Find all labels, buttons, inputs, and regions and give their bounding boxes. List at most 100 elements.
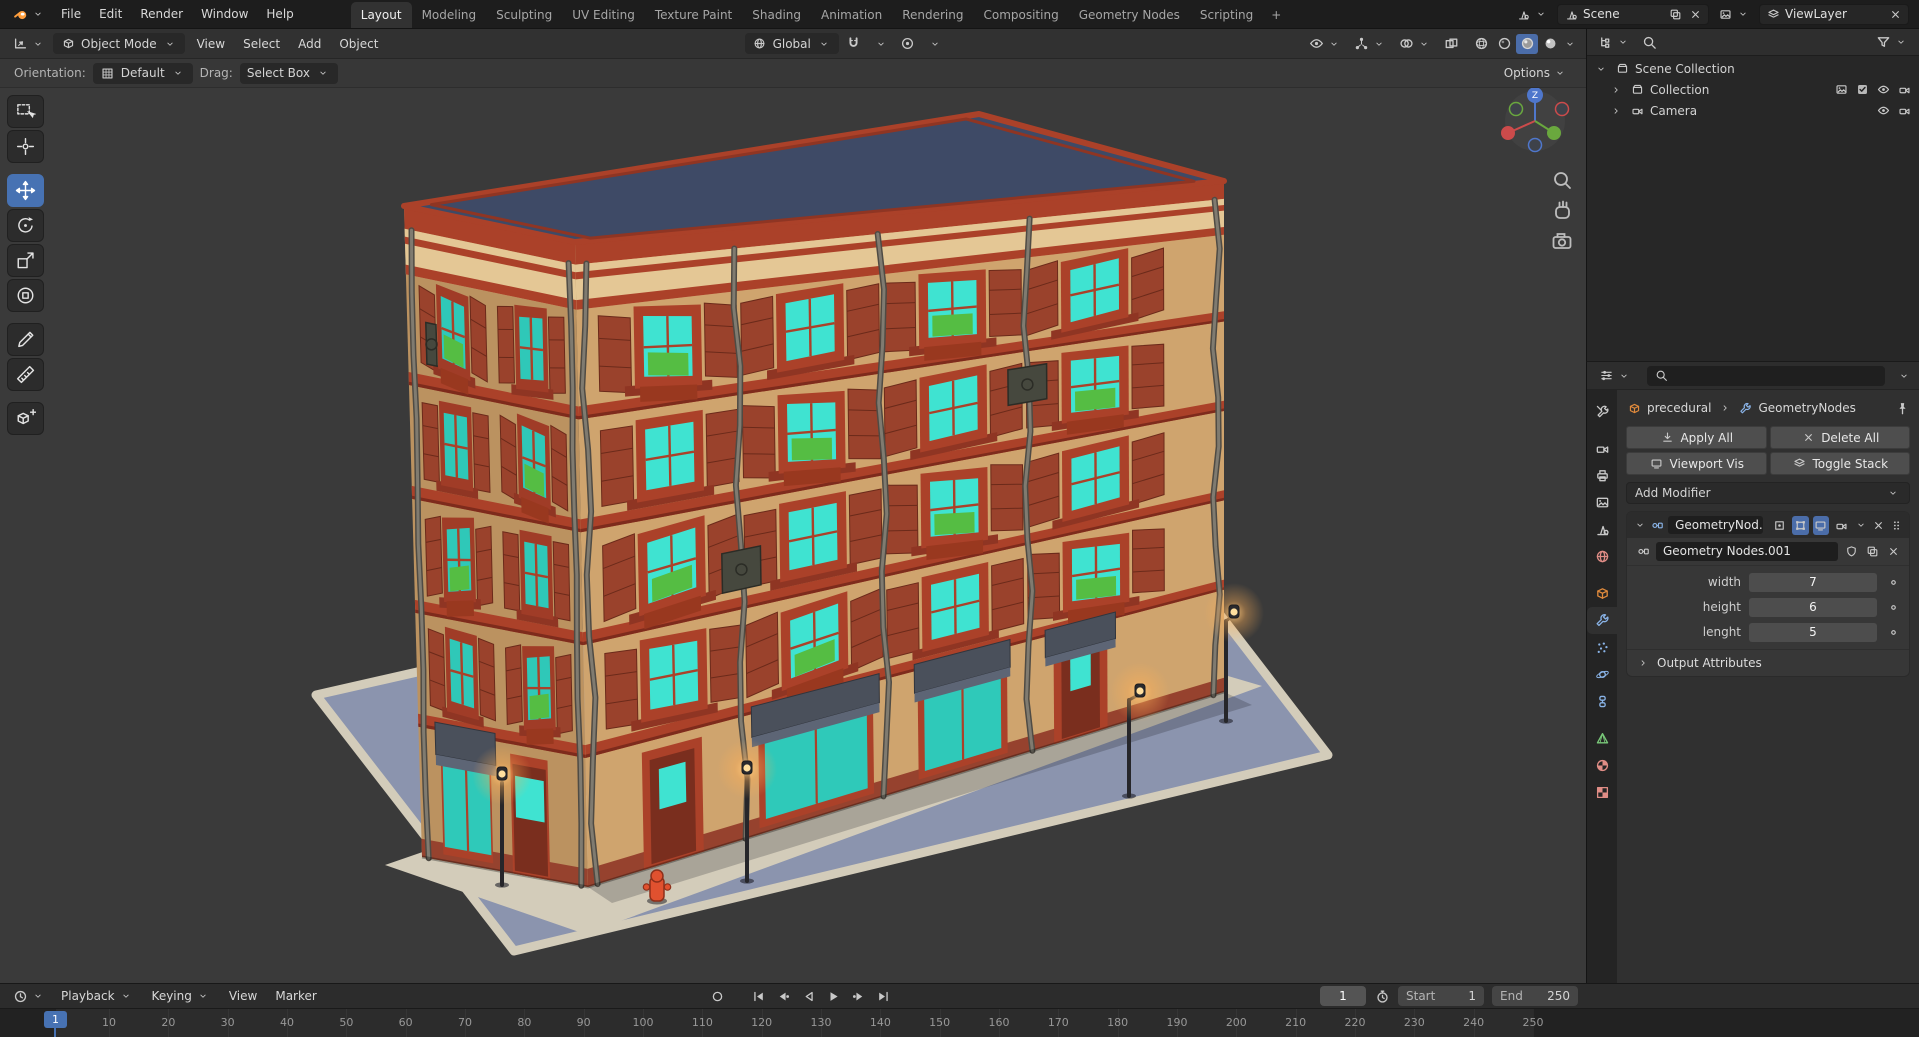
options-dropdown[interactable]: Options [1500,63,1572,83]
jump-to-end-button[interactable] [872,986,894,1006]
scene-browse-button[interactable] [1511,4,1553,24]
fake-user-icon[interactable] [1843,544,1859,560]
workspace-tab-compositing[interactable]: Compositing [973,2,1068,28]
scene-selector[interactable]: Scene [1557,3,1709,25]
workspace-tab-geometry-nodes[interactable]: Geometry Nodes [1069,2,1190,28]
lenght-value-field[interactable]: 5 [1749,622,1877,642]
stopwatch-icon[interactable] [1374,988,1390,1004]
proportional-falloff-button[interactable] [923,34,947,54]
app-menu-button[interactable] [8,4,50,24]
animate-dot-icon[interactable] [1885,624,1901,640]
tool-measure-button[interactable] [7,358,44,391]
play-button[interactable] [822,986,844,1006]
tab-scene[interactable] [1587,516,1617,543]
on-cage-toggle[interactable] [1771,516,1788,535]
workspace-tab-sculpting[interactable]: Sculpting [486,2,562,28]
output-attributes-section[interactable]: Output Attributes [1627,650,1909,676]
unlink-node-group-icon[interactable] [1885,544,1901,560]
properties-search-input[interactable] [1674,368,1879,383]
edit-mode-toggle[interactable] [1791,515,1809,535]
realtime-toggle[interactable] [1812,515,1830,535]
viewport-vis-button[interactable]: Viewport Vis [1626,452,1767,475]
jump-to-prev-keyframe-button[interactable] [772,986,794,1006]
viewport-menu-view[interactable]: View [188,34,234,54]
hide-viewport-eye-icon[interactable] [1875,103,1891,119]
workspace-tab-shading[interactable]: Shading [742,2,811,28]
animate-dot-icon[interactable] [1885,599,1901,615]
drag-handle-icon[interactable] [1889,517,1903,533]
snap-settings-button[interactable] [869,34,893,54]
exclude-checkbox[interactable] [1854,82,1870,98]
scene-canvas[interactable]: Z [0,29,1586,983]
unlink-scene-icon[interactable] [1687,6,1703,22]
tab-output[interactable] [1587,462,1617,489]
viewlayer-browse-button[interactable] [1713,4,1755,24]
tab-tool[interactable] [1587,398,1617,425]
viewport-menu-object[interactable]: Object [330,34,387,54]
viewport-3d[interactable]: Z Object Mode View Select Add Object Global [0,29,1586,983]
tab-constraints[interactable] [1587,688,1617,715]
disclosure-icon[interactable] [1608,103,1624,119]
new-scene-icon[interactable] [1667,6,1683,22]
tool-select-box-button[interactable] [7,95,44,128]
tool-transform-button[interactable] [7,279,44,312]
outliner-search-button[interactable] [1637,32,1661,52]
menu-edit[interactable]: Edit [90,4,131,24]
breadcrumb-object[interactable]: precedural [1647,401,1712,415]
outliner-row-camera[interactable]: Camera [1587,100,1919,121]
snap-toggle-button[interactable] [842,34,866,54]
hide-viewport-eye-icon[interactable] [1875,82,1891,98]
tool-orientation-dropdown[interactable]: Default [92,62,193,84]
delete-all-button[interactable]: Delete All [1769,426,1910,449]
editor-type-button[interactable] [8,34,50,54]
disable-render-camera-icon[interactable] [1896,82,1912,98]
current-frame-field[interactable]: 1 [1320,986,1366,1006]
shading-solid-button[interactable] [1493,34,1515,54]
drag-dropdown[interactable]: Select Box [239,62,338,84]
proportional-edit-button[interactable] [896,34,920,54]
jump-to-start-button[interactable] [747,986,769,1006]
node-group-field[interactable]: Geometry Nodes.001 [1656,542,1838,561]
play-reverse-button[interactable] [797,986,819,1006]
menu-help[interactable]: Help [257,4,302,24]
workspace-tab-scripting[interactable]: Scripting [1190,2,1263,28]
pin-icon[interactable] [1894,400,1910,416]
disclosure-icon[interactable] [1608,82,1624,98]
outliner-editor-button[interactable] [1593,32,1635,52]
timeline-menu-keying[interactable]: Keying [143,985,220,1007]
workspace-tab-layout[interactable]: Layout [350,2,412,28]
shading-material-button[interactable] [1516,33,1538,54]
workspace-tab-animation[interactable]: Animation [811,2,892,28]
tool-add-cube-button[interactable] [7,402,44,435]
timeline-menu-view[interactable]: View [220,986,266,1006]
properties-search-field[interactable] [1647,365,1885,386]
properties-editor-button[interactable] [1594,366,1636,386]
tab-physics[interactable] [1587,661,1617,688]
outliner-filter-button[interactable] [1871,32,1913,52]
show-gizmos-dropdown[interactable] [1349,34,1391,54]
apply-all-button[interactable]: Apply All [1626,426,1767,449]
tab-world[interactable] [1587,543,1617,570]
toggle-xray-button[interactable] [1439,34,1463,54]
workspace-tab-texture-paint[interactable]: Texture Paint [645,2,742,28]
object-visibility-dropdown[interactable] [1304,34,1346,54]
copy-node-group-icon[interactable] [1864,544,1880,560]
tab-modifiers[interactable] [1587,607,1617,634]
timeline-ruler[interactable]: 10 20 30 40 50 60 70 80 90 100 110 120 130 140 150 160 1… [0,1008,1919,1037]
timeline-menu-playback[interactable]: Playback [52,985,143,1007]
timeline-editor-button[interactable] [8,986,50,1006]
shading-wireframe-button[interactable] [1470,34,1492,54]
collection-image-icon[interactable] [1833,82,1849,98]
tool-rotate-button[interactable] [7,209,44,242]
outliner-row-collection[interactable]: Collection [1587,79,1919,100]
collapse-chevron-icon[interactable] [1633,517,1647,533]
breadcrumb-modifier[interactable]: GeometryNodes [1759,401,1856,415]
menu-file[interactable]: File [52,4,90,24]
shading-rendered-button[interactable] [1539,34,1561,54]
remove-viewlayer-icon[interactable] [1887,6,1903,22]
menu-render[interactable]: Render [131,4,192,24]
tab-view-layer[interactable] [1587,489,1617,516]
viewlayer-selector[interactable]: ViewLayer [1759,3,1909,25]
animate-dot-icon[interactable] [1885,574,1901,590]
shading-options-chevron[interactable] [1562,36,1578,52]
